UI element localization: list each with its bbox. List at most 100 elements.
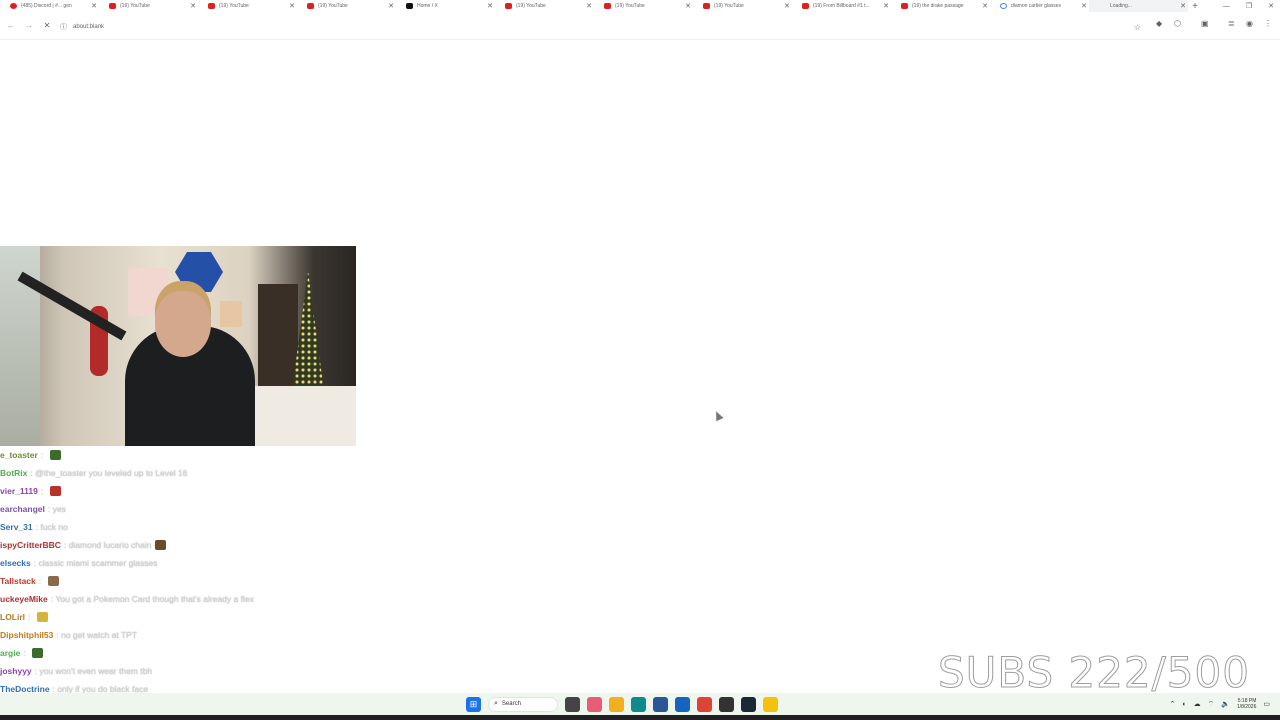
screen-bottom-edge bbox=[0, 715, 1280, 720]
browser-tab[interactable]: (19) YouTube ✕ bbox=[198, 0, 297, 12]
extensions-puzzle-icon[interactable]: ⬡ bbox=[1174, 19, 1181, 28]
browser-tab[interactable]: (19) YouTube ✕ bbox=[99, 0, 198, 12]
media-controls-icon[interactable]: ≣ bbox=[1228, 19, 1235, 28]
youtube-icon bbox=[208, 3, 215, 9]
tab-title: (19) YouTube bbox=[615, 3, 645, 9]
profile-icon[interactable]: ◉ bbox=[1246, 19, 1253, 28]
tab-close-icon[interactable]: ✕ bbox=[1178, 2, 1188, 10]
tab-close-icon[interactable]: ✕ bbox=[485, 2, 495, 10]
chat-separator: : bbox=[40, 486, 46, 496]
minimize-icon[interactable]: — bbox=[1223, 3, 1230, 10]
browser-tab[interactable]: (19) the drake passage ✕ bbox=[891, 0, 990, 12]
address-bar[interactable]: ⓘ about:blank ☆ bbox=[60, 20, 1145, 34]
task-view-icon[interactable] bbox=[565, 696, 580, 712]
discord-icon bbox=[10, 3, 17, 9]
browser-tab[interactable]: (19) YouTube ✕ bbox=[594, 0, 693, 12]
chat-message: joshyyy: you won't even wear them tbh bbox=[0, 662, 360, 680]
address-text[interactable]: about:blank bbox=[73, 24, 104, 30]
browser-tab[interactable]: diamon cartier glasses ✕ bbox=[990, 0, 1089, 12]
edge-icon[interactable] bbox=[631, 696, 646, 712]
tab-close-icon[interactable]: ✕ bbox=[287, 2, 297, 10]
browser-tab[interactable]: (19) YouTube ✕ bbox=[693, 0, 792, 12]
close-window-icon[interactable]: ✕ bbox=[1268, 2, 1274, 10]
chat-separator: : bbox=[38, 576, 44, 586]
tray-app2-icon[interactable]: ☁ bbox=[1194, 700, 1201, 708]
chat-message: Tallstack: bbox=[0, 572, 360, 590]
tab-title: (19) From Billboard #1 t... bbox=[813, 3, 870, 9]
tab-title: (485) Discord | #... gen bbox=[21, 3, 72, 9]
forward-icon[interactable]: → bbox=[20, 21, 38, 30]
stop-loading-icon[interactable]: ✕ bbox=[38, 21, 56, 30]
tab-close-icon[interactable]: ✕ bbox=[386, 2, 396, 10]
chat-text: no get watch at TPT bbox=[61, 630, 138, 640]
tray-chevron-icon[interactable]: ⌃ bbox=[1169, 700, 1175, 708]
chat-text: classic miami scammer glasses bbox=[38, 558, 158, 568]
wifi-icon[interactable]: ⌔ bbox=[1208, 700, 1215, 709]
chat-emote-icon bbox=[47, 576, 59, 586]
file-explorer-icon[interactable] bbox=[609, 696, 624, 712]
tab-close-icon[interactable]: ✕ bbox=[980, 2, 990, 10]
youtube-icon bbox=[703, 3, 710, 9]
chat-username: LOLirl bbox=[0, 612, 26, 622]
site-info-icon[interactable]: ⓘ bbox=[60, 22, 67, 32]
chat-message: Dipshitphil53: no get watch at TPT bbox=[0, 626, 360, 644]
mail-icon[interactable] bbox=[675, 696, 690, 712]
tab-title: (19) YouTube bbox=[714, 3, 744, 9]
chat-username: e_toaster bbox=[0, 450, 38, 460]
store-icon[interactable] bbox=[653, 696, 668, 712]
system-tray: ⌃ ◐ ☁ ⌔ 🔈 5:18 PM 1/8/2026 ▭ bbox=[1169, 693, 1270, 715]
chat-text: fuck no bbox=[40, 522, 68, 532]
chat-username: ispyCritterBBC bbox=[0, 540, 61, 550]
sidebar-icon[interactable]: ▣ bbox=[1201, 19, 1209, 28]
chat-username: elsecks bbox=[0, 558, 31, 568]
menu-kebab-icon[interactable]: ⋮ bbox=[1264, 19, 1272, 28]
chat-separator: : bbox=[28, 612, 33, 622]
browser-tab[interactable]: (19) From Billboard #1 t... ✕ bbox=[792, 0, 891, 12]
tab-close-icon[interactable]: ✕ bbox=[89, 2, 99, 10]
tab-close-icon[interactable]: ✕ bbox=[188, 2, 198, 10]
tab-close-icon[interactable]: ✕ bbox=[881, 2, 891, 10]
taskbar-search-label: Search bbox=[501, 701, 521, 707]
restore-icon[interactable]: ❐ bbox=[1246, 2, 1252, 10]
volume-icon[interactable]: 🔈 bbox=[1221, 700, 1230, 708]
taskbar-search[interactable]: ⌕ Search bbox=[488, 696, 558, 712]
chat-username: argie bbox=[0, 648, 21, 658]
notifications-icon[interactable]: ▭ bbox=[1263, 700, 1270, 708]
tab-close-icon[interactable]: ✕ bbox=[683, 2, 693, 10]
tab-close-icon[interactable]: ✕ bbox=[1079, 2, 1089, 10]
browser-tab[interactable]: (19) YouTube ✕ bbox=[495, 0, 594, 12]
start-windows-icon[interactable]: ⊞ bbox=[466, 696, 481, 712]
chat-emote-icon bbox=[155, 540, 167, 550]
chat-message: earchangel: yes bbox=[0, 500, 360, 518]
clock[interactable]: 5:18 PM 1/8/2026 bbox=[1237, 698, 1256, 710]
browser-tab[interactable]: (485) Discord | #... gen ✕ bbox=[0, 0, 99, 12]
google-icon bbox=[1000, 3, 1007, 9]
tab-close-icon[interactable]: ✕ bbox=[782, 2, 792, 10]
chat-username: Serv_31 bbox=[0, 522, 33, 532]
obs-icon[interactable] bbox=[719, 696, 734, 712]
browser-tab[interactable]: Home / X ✕ bbox=[396, 0, 495, 12]
browser-tab[interactable]: (19) YouTube ✕ bbox=[297, 0, 396, 12]
youtube-icon bbox=[307, 3, 314, 9]
youtube-icon bbox=[901, 3, 908, 9]
copilot-icon[interactable] bbox=[587, 696, 602, 712]
tab-title: Loading... bbox=[1110, 3, 1132, 9]
chat-message: uckeyeMike: You got a Pokemon Card thoug… bbox=[0, 590, 360, 608]
steam-icon[interactable] bbox=[741, 696, 756, 712]
tab-close-icon[interactable]: ✕ bbox=[584, 2, 594, 10]
tray-app-icon[interactable]: ◐ bbox=[1182, 701, 1186, 708]
tab-strip: (485) Discord | #... gen ✕ (19) YouTube ✕ (1… bbox=[0, 0, 1280, 12]
chrome-icon[interactable] bbox=[697, 696, 712, 712]
chat-emote-icon bbox=[49, 450, 61, 460]
youtube-icon bbox=[109, 3, 116, 9]
window-controls: — ❐ ✕ bbox=[1223, 0, 1274, 12]
chat-username: vier_1119 bbox=[0, 486, 38, 496]
warning-app-icon[interactable] bbox=[763, 696, 778, 712]
chat-message: BotRix: @the_toaster you leveled up to L… bbox=[0, 464, 360, 482]
extension-icon[interactable]: ◆ bbox=[1156, 19, 1162, 28]
tab-title: (19) YouTube bbox=[318, 3, 348, 9]
bookmark-star-icon[interactable]: ☆ bbox=[1134, 23, 1141, 32]
back-icon[interactable]: ← bbox=[2, 21, 20, 30]
new-tab-button[interactable]: + bbox=[1188, 1, 1202, 12]
browser-tab[interactable]: Loading... ✕ bbox=[1089, 0, 1188, 12]
